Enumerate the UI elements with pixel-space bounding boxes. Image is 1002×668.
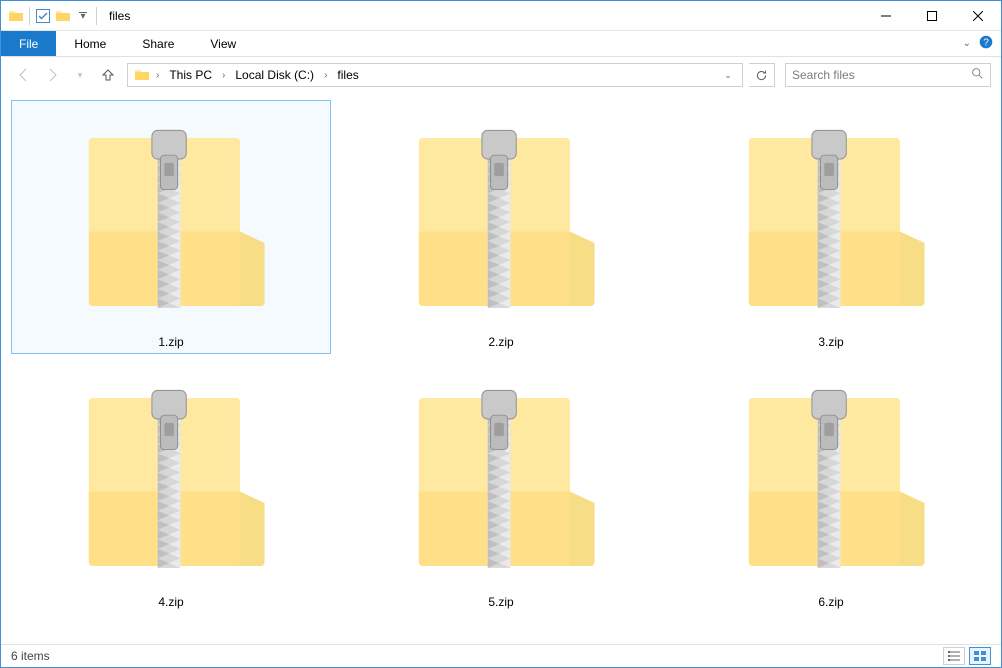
file-item[interactable]: 1.zip [11,100,331,354]
qat-properties-checkbox-icon[interactable] [34,4,52,28]
zip-file-icon [379,363,623,591]
zip-file-icon [49,363,293,591]
maximize-button[interactable] [909,1,955,31]
search-placeholder: Search files [792,68,971,82]
navigation-bar: ▾ › This PC › Local Disk (C:) › files ⌄ … [1,57,1001,93]
ribbon-tabs: File Home Share View ⌄ ? [1,31,1001,57]
zip-file-icon [49,103,293,331]
file-name-label: 6.zip [818,591,843,611]
file-name-label: 1.zip [158,331,183,351]
file-item[interactable]: 4.zip [11,360,331,614]
title-bar: ▾ files [1,1,1001,31]
tab-share[interactable]: Share [124,31,192,56]
close-button[interactable] [955,1,1001,31]
expand-ribbon-icon[interactable]: ⌄ [963,38,971,49]
file-name-label: 4.zip [158,591,183,611]
file-list-pane[interactable]: 1.zip 2.zip 3.zip [1,96,1001,644]
file-item[interactable]: 5.zip [341,360,661,614]
address-folder-icon [130,64,152,86]
status-item-count: 6 items [11,649,50,663]
forward-button[interactable] [43,66,61,84]
search-icon [971,67,984,83]
app-folder-icon [7,4,25,28]
separator [96,7,97,25]
large-icons-view-button[interactable] [969,647,991,665]
tab-view[interactable]: View [192,31,254,56]
zip-file-icon [709,363,953,591]
back-button[interactable] [15,66,33,84]
zip-file-icon [709,103,953,331]
chevron-right-icon[interactable]: › [320,64,331,86]
file-item[interactable]: 2.zip [341,100,661,354]
recent-locations-dropdown-icon[interactable]: ▾ [71,66,89,84]
chevron-right-icon[interactable]: › [152,64,163,86]
up-button[interactable] [99,66,117,84]
file-name-label: 5.zip [488,591,513,611]
zip-file-icon [379,103,623,331]
minimize-button[interactable] [863,1,909,31]
tab-home[interactable]: Home [56,31,124,56]
breadcrumb-segment[interactable]: files [331,64,364,86]
qat-folder-icon[interactable] [54,4,72,28]
address-bar[interactable]: › This PC › Local Disk (C:) › files ⌄ [127,63,743,87]
address-history-dropdown-icon[interactable]: ⌄ [716,64,740,86]
file-name-label: 3.zip [818,331,843,351]
chevron-right-icon[interactable]: › [218,64,229,86]
refresh-button[interactable] [749,63,775,87]
breadcrumb-segment[interactable]: This PC [163,64,218,86]
file-name-label: 2.zip [488,331,513,351]
separator [29,7,30,25]
file-item[interactable]: 6.zip [671,360,991,614]
file-item[interactable]: 3.zip [671,100,991,354]
search-input[interactable]: Search files [785,63,991,87]
help-icon[interactable]: ? [979,35,993,52]
status-bar: 6 items [1,644,1001,667]
details-view-button[interactable] [943,647,965,665]
svg-text:?: ? [983,38,989,49]
window-title: files [109,9,130,23]
qat-customize-dropdown-icon[interactable]: ▾ [74,4,92,28]
file-tab[interactable]: File [1,31,56,56]
breadcrumb-segment[interactable]: Local Disk (C:) [229,64,320,86]
